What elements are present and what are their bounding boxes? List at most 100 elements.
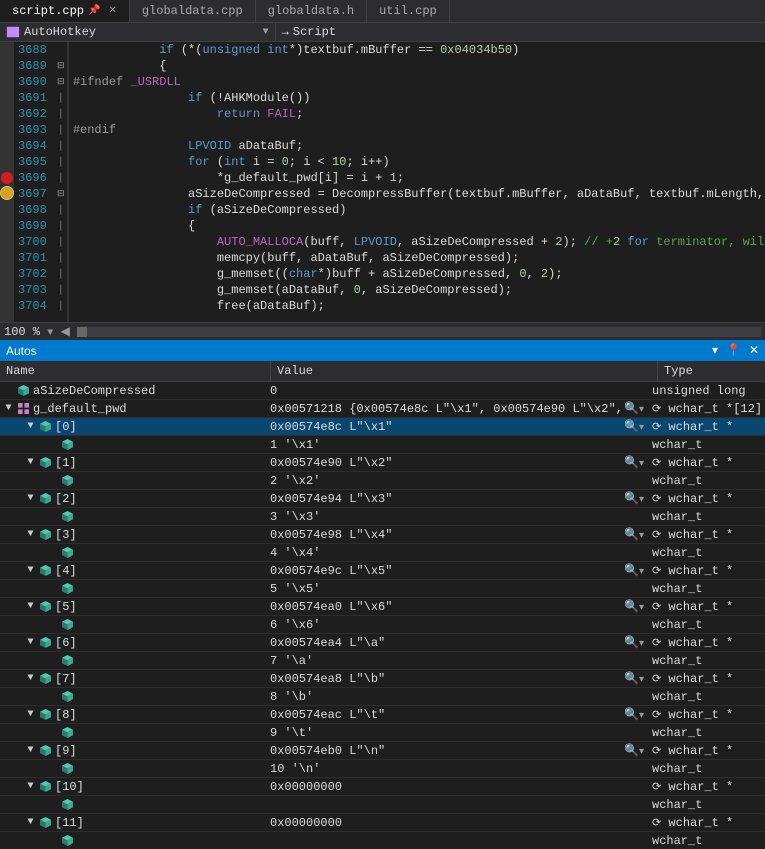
var-value[interactable]: 0x00574ea8 L"\b" — [270, 672, 620, 686]
close-icon[interactable]: ✕ — [749, 343, 759, 358]
watch-row[interactable]: 8 '\b'wchar_t — [0, 688, 765, 706]
expand-toggle[interactable]: ▼ — [26, 817, 35, 828]
var-value[interactable]: 0x00574e98 L"\x4" — [270, 528, 620, 542]
code-line[interactable]: *g_default_pwd[i] = i + 1; — [69, 170, 765, 186]
expand-toggle[interactable] — [4, 385, 13, 396]
watch-row[interactable]: ▼[8]0x00574eac L"\t"🔍▾⟳ wchar_t * — [0, 706, 765, 724]
fold-toggle[interactable]: ⊟ — [55, 186, 67, 202]
expand-toggle[interactable]: ▼ — [26, 529, 35, 540]
expand-toggle[interactable]: ▼ — [26, 745, 35, 756]
expand-toggle[interactable] — [48, 547, 57, 558]
watch-row[interactable]: ▼[1]0x00574e90 L"\x2"🔍▾⟳ wchar_t * — [0, 454, 765, 472]
autos-panel-header[interactable]: Autos ▾ 📍 ✕ — [0, 340, 765, 361]
expand-toggle[interactable]: ▼ — [26, 457, 35, 468]
code-line[interactable]: if (aSizeDeCompressed) — [69, 202, 765, 218]
breakpoint-gutter[interactable] — [0, 42, 14, 322]
refresh-icon[interactable]: ⟳ — [652, 746, 661, 758]
expand-toggle[interactable] — [48, 439, 57, 450]
fold-gutter[interactable]: ⊟ ⊟ │││ │││ ⊟ │││ │││ │ — [55, 42, 68, 322]
watch-row[interactable]: ▼[5]0x00574ea0 L"\x6"🔍▾⟳ wchar_t * — [0, 598, 765, 616]
code-line[interactable]: aSizeDeCompressed = DecompressBuffer(tex… — [69, 186, 765, 202]
var-value[interactable]: 5 '\x5' — [270, 582, 644, 596]
watch-row[interactable]: ▼[10]0x00000000 ⟳ wchar_t * — [0, 778, 765, 796]
var-value[interactable]: 7 '\a' — [270, 654, 644, 668]
refresh-icon[interactable]: ⟳ — [652, 494, 661, 506]
magnifier-icon[interactable]: 🔍▾ — [624, 599, 644, 614]
pin-icon[interactable]: 📌 — [88, 5, 100, 17]
expand-toggle[interactable]: ▼ — [26, 421, 35, 432]
tab-script-cpp[interactable]: script.cpp 📌 ✕ — [0, 0, 130, 22]
var-value[interactable]: 0x00000000 — [270, 816, 644, 830]
expand-toggle[interactable] — [48, 691, 57, 702]
column-header-type[interactable]: Type — [658, 361, 765, 381]
code-editor[interactable]: 3688368936903691369236933694369536963697… — [0, 42, 765, 322]
breakpoint-current-icon[interactable] — [0, 186, 14, 200]
watch-row[interactable]: 2 '\x2'wchar_t — [0, 472, 765, 490]
code-line[interactable]: #endif — [69, 122, 765, 138]
tab-globaldata-cpp[interactable]: globaldata.cpp — [130, 0, 256, 22]
magnifier-icon[interactable]: 🔍▾ — [624, 491, 644, 506]
scroll-left-button[interactable]: ◀ — [57, 324, 73, 339]
var-value[interactable]: 0x00574e9c L"\x5" — [270, 564, 620, 578]
watch-row[interactable]: ▼[0]0x00574e8c L"\x1"🔍▾⟳ wchar_t * — [0, 418, 765, 436]
var-value[interactable]: 0x00574e94 L"\x3" — [270, 492, 620, 506]
column-header-value[interactable]: Value — [271, 361, 658, 381]
var-value[interactable]: 10 '\n' — [270, 762, 644, 776]
fold-toggle[interactable]: ⊟ — [55, 74, 67, 90]
var-value[interactable]: 6 '\x6' — [270, 618, 644, 632]
refresh-icon[interactable]: ⟳ — [652, 566, 661, 578]
column-header-name[interactable]: Name — [0, 361, 271, 381]
window-position-icon[interactable]: ▾ — [712, 343, 718, 358]
var-value[interactable]: 2 '\x2' — [270, 474, 644, 488]
refresh-icon[interactable]: ⟳ — [652, 638, 661, 650]
expand-toggle[interactable]: ▼ — [26, 637, 35, 648]
watch-row[interactable]: ▼[2]0x00574e94 L"\x3"🔍▾⟳ wchar_t * — [0, 490, 765, 508]
expand-toggle[interactable] — [48, 763, 57, 774]
zoom-dropdown[interactable]: 100 % ▼ — [4, 325, 53, 339]
var-value[interactable]: 0x00574ea0 L"\x6" — [270, 600, 620, 614]
expand-toggle[interactable]: ▼ — [26, 673, 35, 684]
watch-row[interactable]: 10 '\n'wchar_t — [0, 760, 765, 778]
code-line[interactable]: AUTO_MALLOCA(buff, LPVOID, aSizeDeCompre… — [69, 234, 765, 250]
var-value[interactable]: 0x00571218 {0x00574e8c L"\x1", 0x00574e9… — [270, 402, 620, 416]
var-value[interactable]: 0x00574e90 L"\x2" — [270, 456, 620, 470]
expand-toggle[interactable]: ▼ — [4, 403, 13, 414]
var-value[interactable]: 3 '\x3' — [270, 510, 644, 524]
watch-row[interactable]: ▼[7]0x00574ea8 L"\b"🔍▾⟳ wchar_t * — [0, 670, 765, 688]
code-area[interactable]: if (*(unsigned int*)textbuf.mBuffer == 0… — [68, 42, 765, 322]
code-line[interactable]: g_memset((char*)buff + aSizeDeCompressed… — [69, 266, 765, 282]
expand-toggle[interactable] — [48, 727, 57, 738]
watch-row[interactable]: wchar_t — [0, 832, 765, 849]
var-value[interactable]: 0x00574e8c L"\x1" — [270, 420, 620, 434]
magnifier-icon[interactable]: 🔍▾ — [624, 527, 644, 542]
watch-row[interactable]: 5 '\x5'wchar_t — [0, 580, 765, 598]
var-value[interactable]: 9 '\t' — [270, 726, 644, 740]
watch-row[interactable]: 6 '\x6'wchar_t — [0, 616, 765, 634]
watch-row[interactable]: ▼[11]0x00000000 ⟳ wchar_t * — [0, 814, 765, 832]
watch-row[interactable]: ▼[3]0x00574e98 L"\x4"🔍▾⟳ wchar_t * — [0, 526, 765, 544]
code-line[interactable]: if (!AHKModule()) — [69, 90, 765, 106]
var-value[interactable]: 4 '\x4' — [270, 546, 644, 560]
expand-toggle[interactable] — [48, 835, 57, 846]
code-line[interactable]: g_memset(aDataBuf, 0, aSizeDeCompressed)… — [69, 282, 765, 298]
magnifier-icon[interactable]: 🔍▾ — [624, 455, 644, 470]
scrollbar-thumb[interactable] — [77, 327, 87, 337]
watch-row[interactable]: ▼[4]0x00574e9c L"\x5"🔍▾⟳ wchar_t * — [0, 562, 765, 580]
expand-toggle[interactable] — [48, 619, 57, 630]
magnifier-icon[interactable]: 🔍▾ — [624, 563, 644, 578]
code-line[interactable]: #ifndef _USRDLL — [69, 74, 765, 90]
watch-row[interactable]: wchar_t — [0, 796, 765, 814]
code-line[interactable]: LPVOID aDataBuf; — [69, 138, 765, 154]
watch-row[interactable]: 1 '\x1'wchar_t — [0, 436, 765, 454]
magnifier-icon[interactable]: 🔍▾ — [624, 401, 644, 416]
var-value[interactable]: 0x00574eb0 L"\n" — [270, 744, 620, 758]
magnifier-icon[interactable]: 🔍▾ — [624, 635, 644, 650]
magnifier-icon[interactable]: 🔍▾ — [624, 743, 644, 758]
magnifier-icon[interactable]: 🔍▾ — [624, 707, 644, 722]
scope-dropdown[interactable]: → Script — [276, 23, 765, 41]
expand-toggle[interactable] — [48, 583, 57, 594]
code-line[interactable]: for (int i = 0; i < 10; i++) — [69, 154, 765, 170]
magnifier-icon[interactable]: 🔍▾ — [624, 419, 644, 434]
tab-globaldata-h[interactable]: globaldata.h — [256, 0, 367, 22]
close-icon[interactable]: ✕ — [108, 5, 116, 17]
